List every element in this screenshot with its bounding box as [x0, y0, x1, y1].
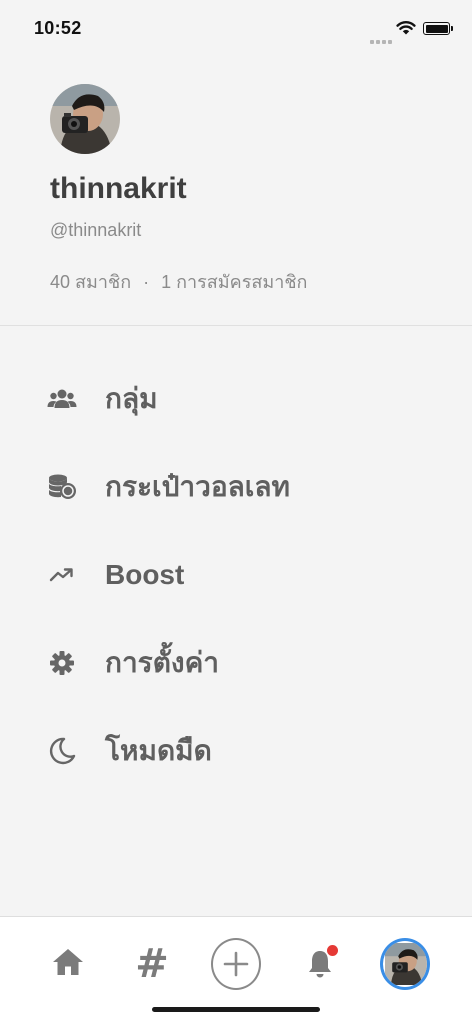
members-count[interactable]: 40 สมาชิก	[50, 272, 131, 292]
menu-item-label: โหมดมืด	[105, 729, 212, 773]
battery-icon	[423, 22, 450, 35]
profile-name: thinnakrit	[50, 172, 187, 206]
trending-up-icon	[47, 560, 77, 590]
coins-icon	[47, 472, 77, 502]
profile-handle: @thinnakrit	[50, 220, 141, 241]
profile-menu: กลุ่ม กระเป๋าวอลเลท Boost	[0, 355, 472, 795]
signal-icon	[370, 31, 394, 49]
home-icon	[51, 947, 85, 982]
status-bar: 10:52	[0, 0, 472, 56]
tab-notifications[interactable]	[295, 939, 345, 989]
menu-item-wallet[interactable]: กระเป๋าวอลเลท	[0, 443, 472, 531]
menu-item-boost[interactable]: Boost	[0, 531, 472, 619]
menu-item-groups[interactable]: กลุ่ม	[0, 355, 472, 443]
tab-hashtag[interactable]: #	[127, 939, 177, 989]
profile-stats: 40 สมาชิก · 1 การสมัครสมาชิก	[50, 267, 307, 296]
menu-item-label: Boost	[105, 559, 184, 591]
home-indicator	[152, 1007, 320, 1012]
hashtag-icon: #	[135, 941, 169, 987]
tab-profile[interactable]	[380, 939, 430, 989]
menu-item-settings[interactable]: การตั้งค่า	[0, 619, 472, 707]
avatar	[380, 938, 430, 990]
menu-item-label: กลุ่ม	[105, 377, 158, 421]
gear-icon	[47, 648, 77, 678]
wifi-icon	[396, 20, 416, 40]
stats-separator: ·	[143, 272, 149, 292]
add-icon	[211, 938, 261, 990]
subscriptions-count[interactable]: 1 การสมัครสมาชิก	[161, 272, 307, 292]
users-icon	[47, 384, 77, 414]
menu-item-dark-mode[interactable]: โหมดมืด	[0, 707, 472, 795]
divider	[0, 325, 472, 326]
bell-icon	[304, 948, 336, 980]
menu-item-label: การตั้งค่า	[105, 641, 219, 685]
menu-item-label: กระเป๋าวอลเลท	[105, 465, 290, 509]
moon-icon	[47, 736, 77, 766]
avatar[interactable]	[50, 84, 120, 154]
tab-add[interactable]	[211, 939, 261, 989]
status-time: 10:52	[34, 18, 82, 39]
notification-badge	[327, 945, 338, 956]
tab-home[interactable]	[43, 939, 93, 989]
